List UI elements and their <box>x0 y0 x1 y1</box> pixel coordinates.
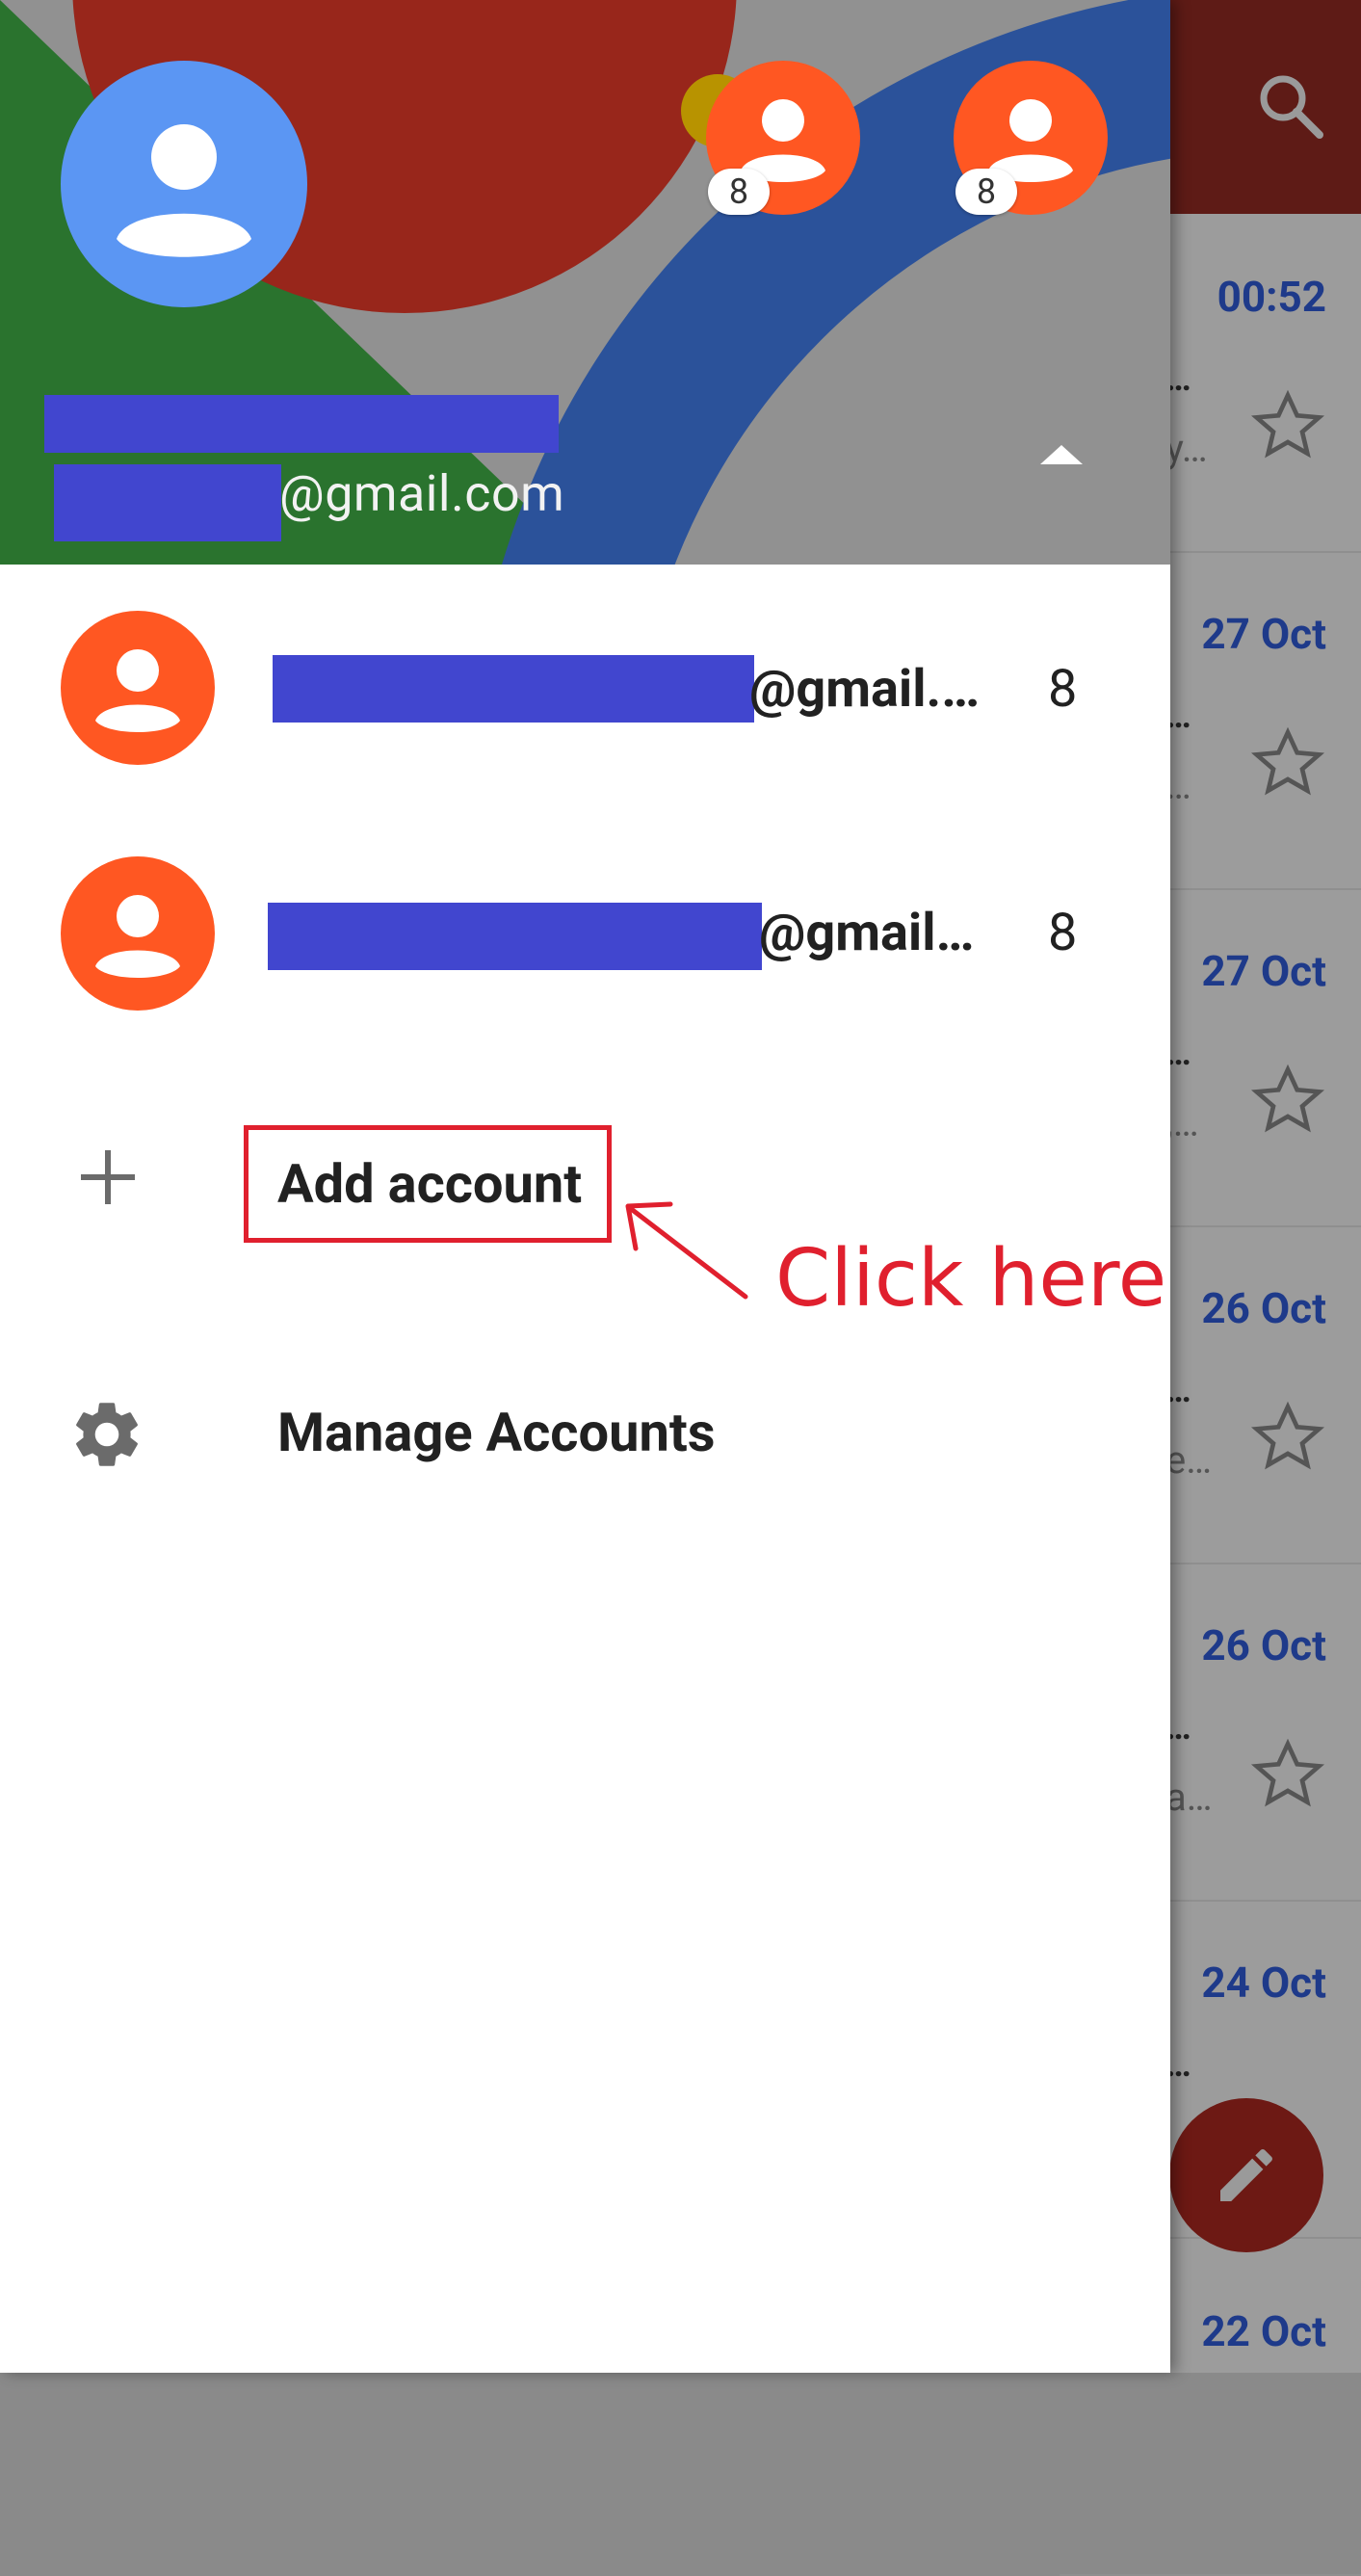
callout-arrow <box>625 1201 748 1300</box>
account-list-item[interactable]: @gmail… 8 <box>0 810 1170 1056</box>
compose-button[interactable] <box>1169 2098 1323 2252</box>
person-icon <box>95 895 180 978</box>
account-drawer: 8 8 @gmail.com @gmail.… 8 @gmail… 8 Add … <box>0 0 1170 2373</box>
account-avatar <box>61 611 215 765</box>
plus-icon <box>81 1150 135 1204</box>
header-email-domain: @gmail.com <box>279 464 565 523</box>
redacted-account-name <box>44 395 559 453</box>
message-snippet: a… <box>1165 1774 1213 1820</box>
message-snippet: y… <box>1165 426 1208 471</box>
star-icon[interactable] <box>1249 1399 1326 1476</box>
message-date: 27 Oct <box>1201 609 1326 659</box>
account-avatar <box>61 856 215 1011</box>
drawer-header: 8 8 @gmail.com <box>0 0 1170 565</box>
highlight-box <box>244 1125 612 1243</box>
message-snippet: ,… <box>1165 1100 1199 1145</box>
caret-up-icon[interactable] <box>1040 443 1083 466</box>
redacted-email-prefix <box>273 655 754 723</box>
account-email: @gmail.… <box>749 659 981 720</box>
manage-accounts-button[interactable]: Manage Accounts <box>277 1401 716 1464</box>
primary-account-avatar[interactable] <box>61 61 307 307</box>
unread-badge: 8 <box>955 169 1017 215</box>
message-date: 26 Oct <box>1201 1620 1326 1670</box>
person-icon <box>117 124 251 257</box>
callout-text: Click here <box>775 1233 1167 1325</box>
star-icon[interactable] <box>1249 1062 1326 1139</box>
account-email: @gmail… <box>759 903 975 963</box>
unread-badge: 8 <box>708 169 770 215</box>
message-date: 22 Oct <box>1201 2306 1326 2356</box>
message-date: 00:52 <box>1217 272 1326 322</box>
other-account-avatar[interactable]: 8 <box>954 61 1108 215</box>
message-date: 24 Oct <box>1201 1958 1326 2008</box>
unread-count: 8 <box>1048 659 1078 720</box>
search-icon[interactable] <box>1252 67 1329 145</box>
message-date: 27 Oct <box>1201 946 1326 996</box>
star-icon[interactable] <box>1249 724 1326 802</box>
message-date: 26 Oct <box>1201 1283 1326 1333</box>
unread-count: 8 <box>1048 903 1078 963</box>
star-icon[interactable] <box>1249 1736 1326 1813</box>
other-account-avatar[interactable]: 8 <box>706 61 860 215</box>
redacted-email-prefix <box>268 903 762 970</box>
pencil-icon <box>1220 2148 1272 2201</box>
gear-icon <box>76 1403 138 1466</box>
account-list-item[interactable]: @gmail.… 8 <box>0 565 1170 810</box>
person-icon <box>95 649 180 732</box>
redacted-email-prefix <box>54 464 281 541</box>
message-snippet: e… <box>1165 1437 1212 1483</box>
star-icon[interactable] <box>1249 387 1326 464</box>
